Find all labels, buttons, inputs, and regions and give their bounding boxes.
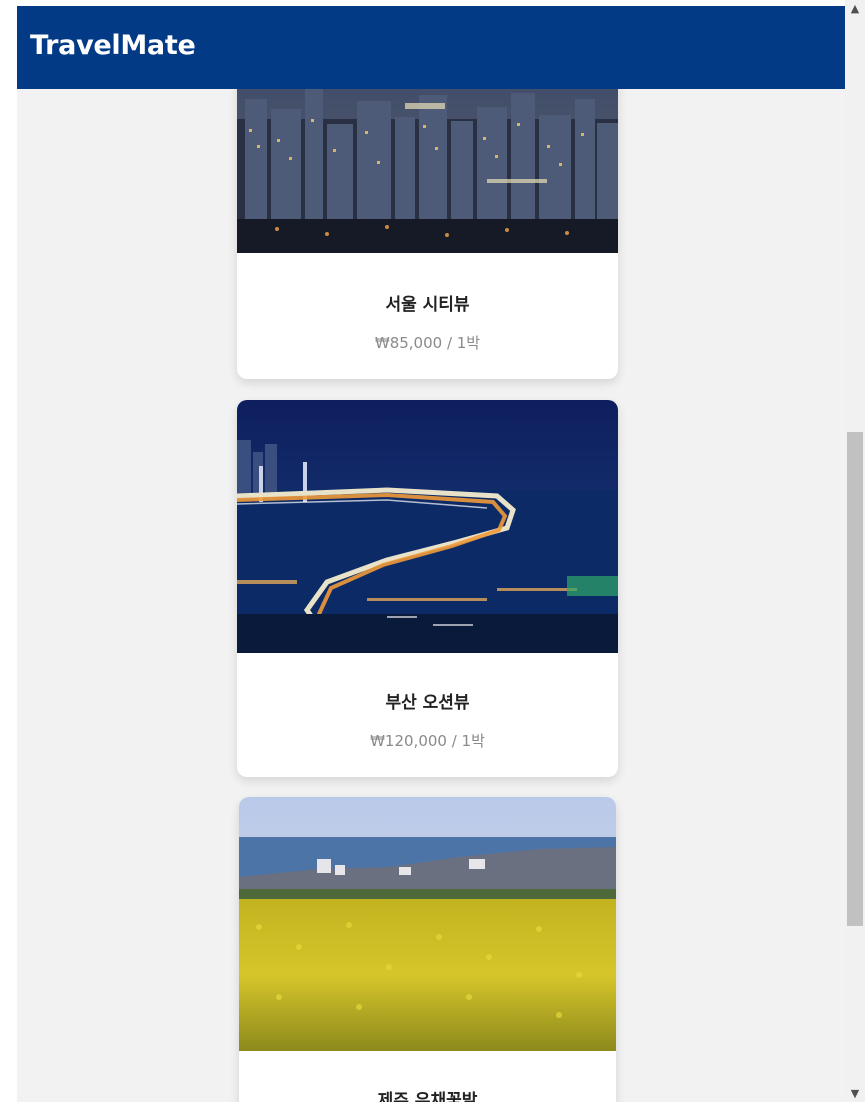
scroll-thumb[interactable] xyxy=(847,432,863,926)
listing-feed-viewport[interactable]: 서울 시티뷰 ₩85,000 / 1박 부산 오션뷰 ₩120,000 / 1박… xyxy=(17,89,845,1102)
listing-image-seoul[interactable] xyxy=(237,89,618,253)
chevron-down-icon[interactable]: ▼ xyxy=(845,1085,865,1102)
listing-card-busan[interactable]: 부산 오션뷰 ₩120,000 / 1박 xyxy=(237,400,618,777)
listing-card-jeju[interactable]: 제주 유채꽃밭 xyxy=(239,797,616,1102)
left-strip xyxy=(0,0,17,1102)
listing-card-seoul[interactable]: 서울 시티뷰 ₩85,000 / 1박 xyxy=(237,89,618,379)
listing-title: 부산 오션뷰 xyxy=(385,693,470,713)
app-window: TravelMate 서울 시티뷰 ₩85,000 / 1박 부산 오션뷰 ₩1… xyxy=(0,0,865,1102)
listing-price: ₩120,000 / 1박 xyxy=(370,732,485,750)
app-header: TravelMate xyxy=(17,6,845,89)
listing-title: 제주 유채꽃밭 xyxy=(377,1091,478,1102)
listing-title: 서울 시티뷰 xyxy=(385,295,470,315)
chevron-up-icon[interactable]: ▲ xyxy=(845,0,865,17)
listing-image-jeju[interactable] xyxy=(239,797,616,1051)
brand-logo[interactable]: TravelMate xyxy=(30,30,196,61)
listing-image-busan[interactable] xyxy=(237,400,618,653)
vertical-scrollbar[interactable]: ▲ ▼ xyxy=(845,0,865,1102)
listing-price: ₩85,000 / 1박 xyxy=(374,334,481,352)
